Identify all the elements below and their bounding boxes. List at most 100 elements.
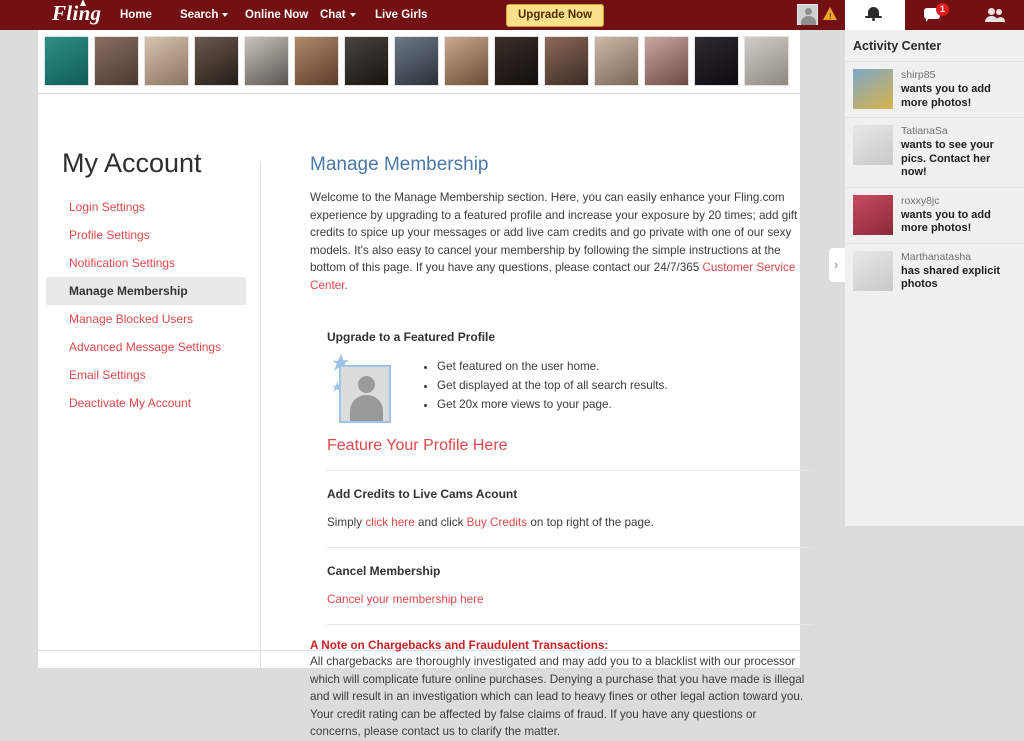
credits-instructions: Simply click here and click Buy Credits … — [327, 514, 813, 532]
sidebar-item-label: Email Settings — [69, 368, 146, 382]
top-navigation-bar: Fling Home Search Online Now Chat Live Girls… — [0, 0, 1024, 30]
page-canvas: My Account Login Settings Profile Setting… — [38, 30, 813, 738]
account-nav: Login Settings Profile Settings Notificati… — [38, 193, 260, 417]
member-thumbnail[interactable] — [244, 36, 289, 86]
nav-link-live-girls[interactable]: Live Girls — [375, 9, 427, 21]
main-content: Manage Membership Welcome to the Manage … — [274, 94, 813, 741]
activity-center-panel: Activity Center shirp85 wants you to add … — [845, 30, 1024, 526]
buy-credits-link[interactable]: Buy Credits — [467, 516, 527, 529]
intro-tail: . — [344, 278, 348, 292]
sidebar-item-label: Login Settings — [69, 200, 146, 214]
member-thumbnail[interactable] — [544, 36, 589, 86]
nav-link-chat[interactable]: Chat — [320, 9, 356, 21]
credits-line-end: on top right of the page. — [527, 516, 654, 529]
member-thumbnail[interactable] — [44, 36, 89, 86]
activity-center-title: Activity Center — [853, 39, 942, 53]
avatar-body — [350, 395, 383, 421]
upgrade-now-button[interactable]: Upgrade Now — [506, 4, 605, 27]
chargeback-heading: A Note on Chargebacks and Fraudulent Tra… — [310, 639, 609, 652]
flame-icon — [80, 0, 86, 6]
click-here-link[interactable]: click here — [365, 516, 414, 529]
member-thumbnail[interactable] — [294, 36, 339, 86]
nav-link-online-now[interactable]: Online Now — [245, 9, 308, 21]
chargeback-body: All chargebacks are thoroughly investiga… — [310, 655, 805, 738]
activity-item[interactable]: TatianaSa wants to see your pics. Contact… — [845, 117, 1024, 187]
activity-user-thumbnail[interactable] — [853, 69, 893, 109]
activity-user-thumbnail[interactable] — [853, 125, 893, 165]
sidebar-item-label: Manage Membership — [69, 284, 188, 298]
activity-username[interactable]: Marthanatasha — [901, 251, 1016, 264]
featured-benefits-list: Get featured on the user home.Get displa… — [423, 357, 668, 414]
member-thumbnail[interactable] — [344, 36, 389, 86]
message-count-badge: 1 — [936, 3, 949, 16]
member-thumbnail[interactable] — [444, 36, 489, 86]
credits-heading: Add Credits to Live Cams Acount — [327, 487, 518, 501]
activity-item[interactable]: roxxy8jc wants you to add more photos! — [845, 186, 1024, 243]
sidebar-item-login-settings[interactable]: Login Settings — [46, 193, 246, 221]
column-divider — [260, 162, 261, 670]
benefit-item: Get 20x more views to your page. — [437, 395, 668, 414]
chevron-down-icon — [222, 12, 229, 17]
sidebar-item-label: Profile Settings — [69, 228, 150, 242]
account-sidebar: My Account Login Settings Profile Setting… — [38, 94, 260, 417]
featured-avatar-graphic — [327, 355, 403, 425]
member-thumbnail[interactable] — [594, 36, 639, 86]
cancel-membership-section: Cancel Membership Cancel your membership… — [327, 548, 813, 625]
user-avatar-thumbnail[interactable] — [797, 4, 818, 25]
activity-user-thumbnail[interactable] — [853, 250, 893, 291]
intro-paragraph: Welcome to the Manage Membership section… — [310, 189, 807, 294]
sidebar-item-manage-blocked-users[interactable]: Manage Blocked Users — [46, 305, 246, 333]
member-thumbnail[interactable] — [694, 36, 739, 86]
nav-link-home[interactable]: Home — [120, 9, 152, 21]
member-thumbnail[interactable] — [194, 36, 239, 86]
featured-body: Get featured on the user home.Get displa… — [327, 355, 813, 435]
featured-heading: Upgrade to a Featured Profile — [327, 330, 496, 344]
bell-icon — [865, 7, 882, 21]
site-logo[interactable]: Fling — [52, 0, 102, 26]
member-thumbnail[interactable] — [144, 36, 189, 86]
member-thumbnail[interactable] — [394, 36, 439, 86]
warning-icon[interactable]: ! — [823, 7, 837, 21]
nav-link-label: Search — [180, 9, 219, 21]
feature-your-profile-link[interactable]: Feature Your Profile Here — [327, 437, 508, 454]
chevron-right-icon: › — [834, 257, 839, 272]
friends-tab[interactable] — [965, 0, 1024, 30]
panel-collapse-toggle[interactable]: › — [829, 248, 846, 282]
sidebar-item-profile-settings[interactable]: Profile Settings — [46, 221, 246, 249]
activity-username[interactable]: shirp85 — [901, 69, 1016, 82]
feature-link-row: Feature Your Profile Here — [327, 437, 813, 455]
sidebar-item-email-settings[interactable]: Email Settings — [46, 361, 246, 389]
notifications-tab[interactable] — [845, 0, 905, 30]
benefit-item: Get featured on the user home. — [437, 357, 668, 376]
chargeback-note: A Note on Chargebacks and Fraudulent Tra… — [310, 639, 807, 741]
sidebar-item-label: Deactivate My Account — [69, 396, 192, 410]
member-thumbnail[interactable] — [744, 36, 789, 86]
credits-line-start: Simply — [327, 516, 366, 529]
activity-item[interactable]: Marthanatasha has shared explicit photos — [845, 242, 1024, 299]
activity-message: wants to see your pics. Contact her now! — [901, 139, 994, 178]
sidebar-item-deactivate-my-account[interactable]: Deactivate My Account — [46, 389, 246, 417]
messages-tab[interactable]: 1 — [905, 0, 965, 30]
member-thumbnail[interactable] — [494, 36, 539, 86]
content-wrapper: My Account Login Settings Profile Setting… — [38, 94, 813, 738]
sidebar-item-advanced-message-settings[interactable]: Advanced Message Settings — [46, 333, 246, 361]
nav-link-search[interactable]: Search — [180, 9, 229, 21]
activity-username[interactable]: roxxy8jc — [901, 195, 1016, 208]
chevron-down-icon — [349, 12, 356, 17]
sidebar-item-label: Manage Blocked Users — [69, 312, 194, 326]
sidebar-item-label: Notification Settings — [69, 256, 176, 270]
nav-link-label: Online Now — [245, 9, 309, 21]
cancel-membership-link[interactable]: Cancel your membership here — [327, 593, 484, 606]
sidebar-item-manage-membership[interactable]: Manage Membership — [46, 277, 246, 305]
activity-user-thumbnail[interactable] — [853, 194, 893, 235]
activity-item[interactable]: shirp85 wants you to add more photos! — [845, 61, 1024, 117]
member-thumbnail[interactable] — [94, 36, 139, 86]
sidebar-item-notification-settings[interactable]: Notification Settings — [46, 249, 246, 277]
avatar-head — [358, 376, 375, 393]
logo-text: Fling — [52, 1, 102, 25]
section-title: Manage Membership — [310, 154, 489, 175]
activity-text: shirp85 wants you to add more photos! — [901, 69, 1016, 110]
cancel-line: Cancel your membership here — [327, 591, 813, 609]
activity-username[interactable]: TatianaSa — [901, 125, 1016, 138]
member-thumbnail[interactable] — [644, 36, 689, 86]
